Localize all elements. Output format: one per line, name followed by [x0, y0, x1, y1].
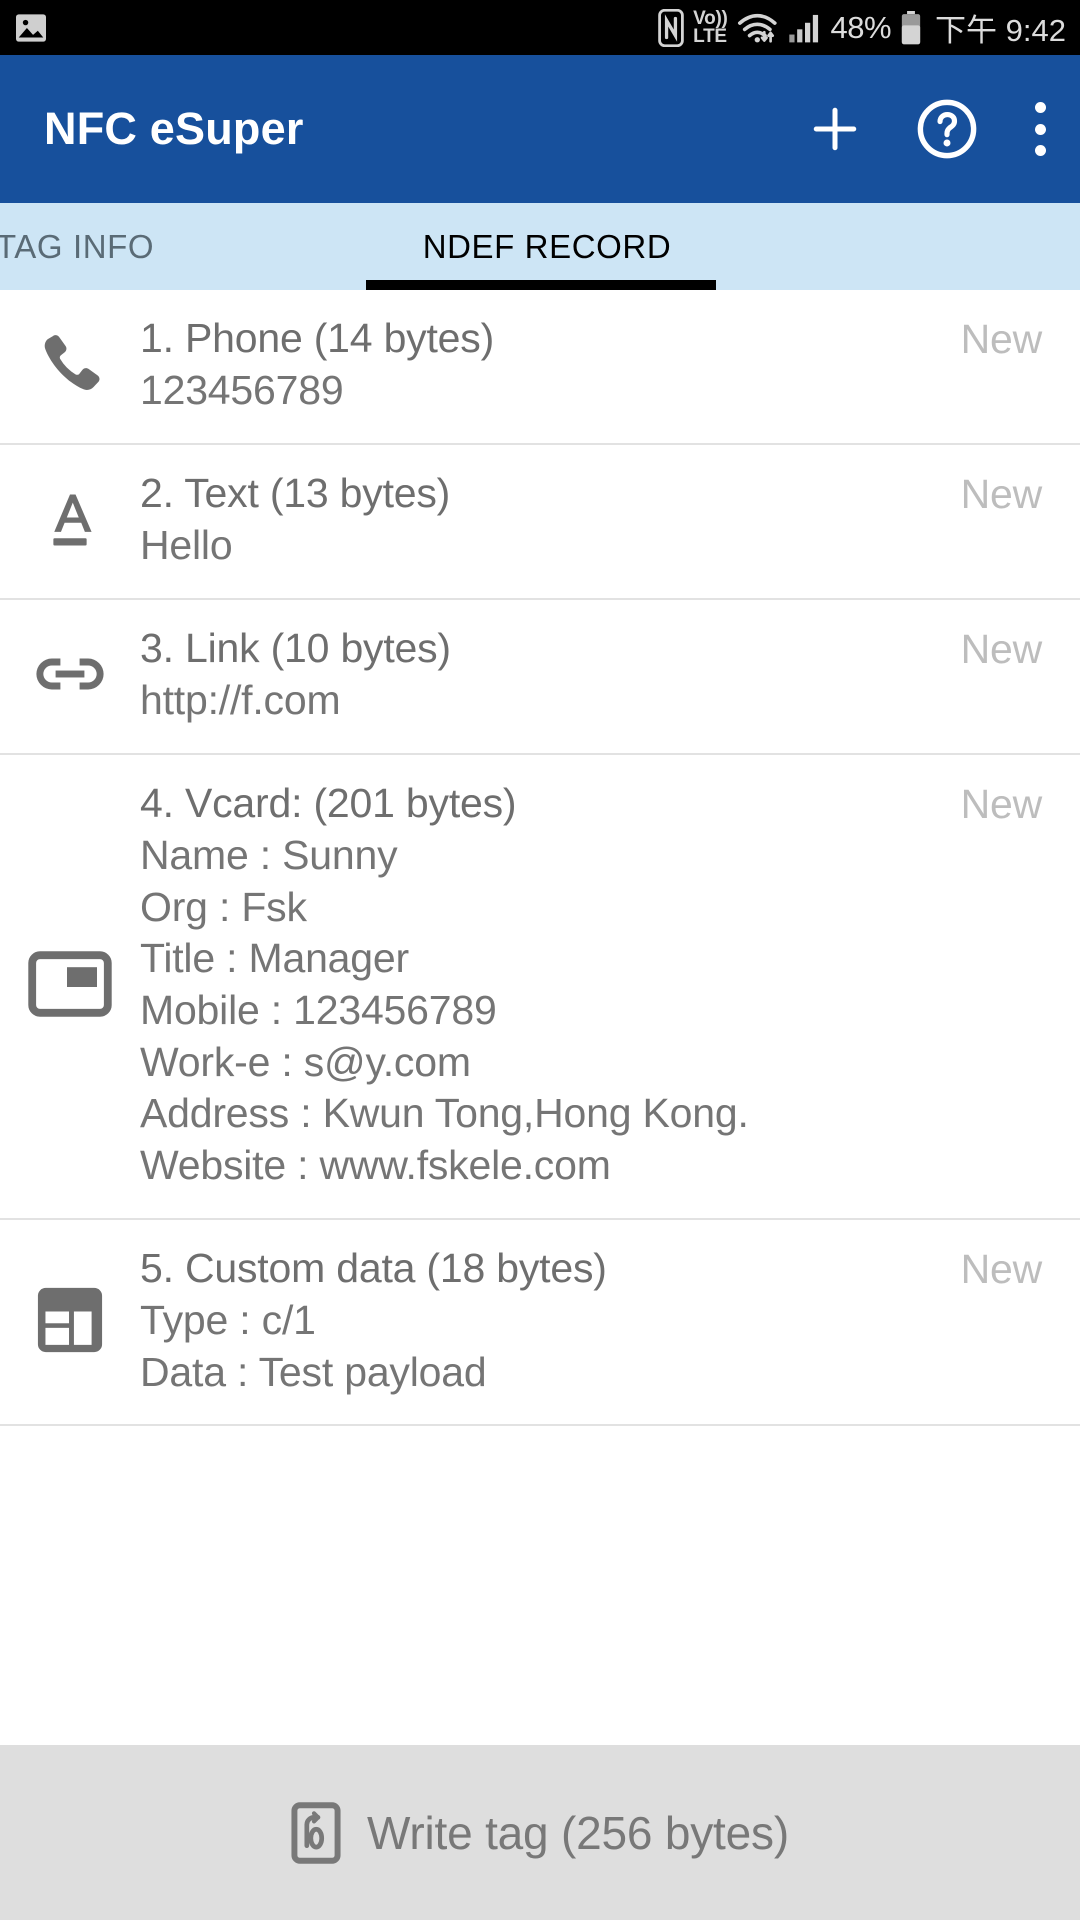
write-tag-label: Write tag (256 bytes): [367, 1806, 789, 1859]
record-icon-column: [0, 1284, 140, 1356]
record-body: 5. Custom data (18 bytes) Type : c/1 Dat…: [140, 1242, 1080, 1399]
record-detail-line: Work-e : s@y.com: [140, 1038, 471, 1085]
record-title: 3. Link (10 bytes): [140, 624, 451, 671]
photo-icon: [14, 13, 48, 43]
ndef-record-list[interactable]: 1. Phone (14 bytes) 123456789 New 2. Tex…: [0, 290, 1080, 1745]
record-body: 4. Vcard: (201 bytes) Name : Sunny Org :…: [140, 777, 1080, 1192]
record-title: 5. Custom data (18 bytes): [140, 1244, 607, 1291]
record-detail-line: Hello: [140, 522, 233, 569]
record-body: 3. Link (10 bytes) http://f.com: [140, 622, 1080, 727]
phone-icon: [32, 326, 108, 402]
custom-data-icon: [34, 1284, 106, 1356]
list-item[interactable]: 1. Phone (14 bytes) 123456789 New: [0, 290, 1080, 445]
text-format-icon: [35, 483, 105, 555]
record-detail-line: Mobile : 123456789: [140, 987, 497, 1034]
app-bar-actions: [810, 98, 1046, 160]
record-body: 2. Text (13 bytes) Hello: [140, 467, 1080, 572]
status-badge: New: [960, 625, 1043, 672]
record-detail-line: Address : Kwun Tong,Hong Kong.: [140, 1090, 749, 1137]
volte-icon: Vo)) LTE: [693, 8, 728, 47]
record-title: 4. Vcard: (201 bytes): [140, 779, 517, 826]
record-body: 1. Phone (14 bytes) 123456789: [140, 312, 1080, 417]
record-icon-column: [0, 326, 140, 402]
record-title: 2. Text (13 bytes): [140, 469, 451, 516]
record-title: 1. Phone (14 bytes): [140, 315, 495, 361]
nfc-write-icon: [291, 1801, 341, 1864]
tab-tag-info[interactable]: TAG INFO: [0, 203, 362, 290]
write-tag-button-content: Write tag (256 bytes): [291, 1801, 789, 1864]
record-detail-line: Title : Manager: [140, 935, 409, 982]
tab-ndef-record[interactable]: NDEF RECORD: [362, 203, 732, 290]
record-detail-line: Type : c/1: [140, 1297, 316, 1344]
nfc-icon: [658, 8, 684, 47]
record-icon-column: [0, 648, 140, 700]
overflow-menu-button[interactable]: [1034, 102, 1046, 156]
record-detail-line: Website : www.fskele.com: [140, 1142, 611, 1189]
record-detail-line: 123456789: [140, 367, 344, 414]
status-bar: Vo)) LTE 48% 下午 9:42: [0, 0, 1080, 55]
write-tag-button[interactable]: Write tag (256 bytes): [0, 1745, 1080, 1920]
add-button[interactable]: [810, 104, 860, 154]
wifi-icon: [737, 11, 779, 45]
page-title: NFC eSuper: [44, 103, 304, 154]
status-badge: New: [960, 780, 1043, 827]
record-detail-line: Name : Sunny: [140, 832, 398, 879]
list-item[interactable]: 4. Vcard: (201 bytes) Name : Sunny Org :…: [0, 755, 1080, 1220]
battery-percent-label: 48%: [830, 9, 892, 45]
status-badge: New: [960, 316, 1043, 362]
record-detail-line: Data : Test payload: [140, 1348, 487, 1395]
tab-bar: TAG INFO NDEF RECORD: [0, 203, 1080, 290]
record-icon-column: [0, 483, 140, 555]
vcard-icon: [28, 951, 112, 1017]
status-bar-left: [14, 13, 48, 43]
record-icon-column: [0, 951, 140, 1017]
battery-icon: [900, 10, 922, 45]
status-bar-right: Vo)) LTE 48% 下午 9:42: [658, 5, 1066, 50]
clock-label: 下午 9:42: [935, 13, 1066, 48]
tab-label: TAG INFO: [0, 227, 155, 265]
help-button[interactable]: [916, 98, 978, 160]
app-bar: NFC eSuper: [0, 55, 1080, 203]
record-detail-line: http://f.com: [140, 677, 341, 724]
overflow-dot: [1034, 102, 1046, 113]
tab-active-indicator: [366, 280, 716, 290]
status-badge: New: [960, 1245, 1043, 1292]
list-item[interactable]: 2. Text (13 bytes) Hello New: [0, 445, 1080, 600]
overflow-dot: [1034, 123, 1046, 135]
list-item[interactable]: 5. Custom data (18 bytes) Type : c/1 Dat…: [0, 1220, 1080, 1427]
link-icon: [30, 648, 110, 700]
signal-icon: [788, 11, 822, 45]
record-detail-line: Org : Fsk: [140, 883, 307, 930]
list-item[interactable]: 3. Link (10 bytes) http://f.com New: [0, 600, 1080, 755]
tab-label: NDEF RECORD: [422, 227, 672, 265]
overflow-dot: [1034, 145, 1046, 156]
status-badge: New: [960, 470, 1043, 517]
